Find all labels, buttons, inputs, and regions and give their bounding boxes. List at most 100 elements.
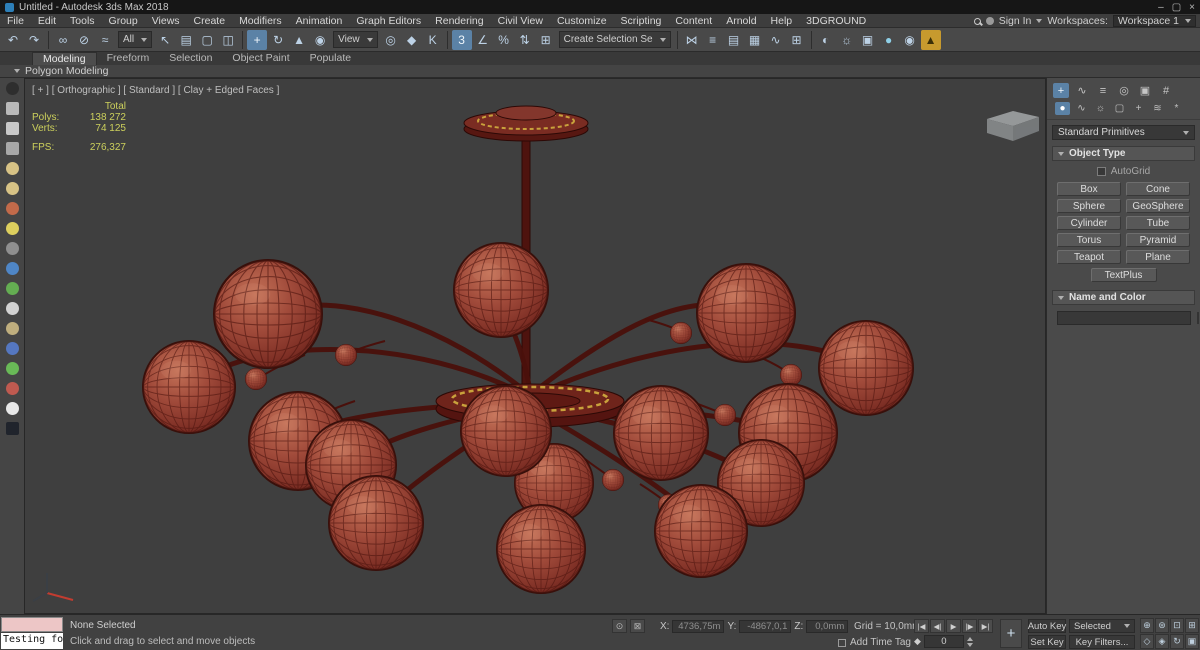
undo-icon[interactable]: ↶ bbox=[3, 30, 23, 50]
orbit-icon[interactable]: ↻ bbox=[1170, 634, 1184, 649]
custom-tool-icon[interactable] bbox=[5, 142, 19, 155]
object-type-button[interactable]: Plane bbox=[1126, 250, 1190, 264]
schematic-view-icon[interactable]: ⊞ bbox=[787, 30, 807, 50]
menu-modifiers[interactable]: Modifiers bbox=[232, 15, 289, 27]
viewport-canvas[interactable] bbox=[25, 79, 1045, 613]
object-type-button[interactable]: GeoSphere bbox=[1126, 199, 1190, 213]
hierarchy-tab-icon[interactable]: ≡ bbox=[1095, 83, 1111, 98]
menu-scripting[interactable]: Scripting bbox=[614, 15, 669, 27]
polygon-modeling-bar[interactable]: Polygon Modeling bbox=[0, 65, 1200, 78]
object-name-input[interactable] bbox=[1057, 311, 1191, 325]
sign-in-button[interactable]: Sign In bbox=[999, 15, 1032, 27]
viewport-label[interactable]: [ + ] [ Orthographic ] [ Standard ] [ Cl… bbox=[32, 85, 279, 96]
add-time-tag[interactable]: Add Time Tag bbox=[838, 637, 911, 648]
bind-to-space-warp-icon[interactable]: ≈ bbox=[95, 30, 115, 50]
close-button[interactable]: × bbox=[1189, 2, 1195, 13]
select-object-icon[interactable]: ↖ bbox=[155, 30, 175, 50]
object-type-button[interactable]: Sphere bbox=[1057, 199, 1121, 213]
percent-snap-icon[interactable]: % bbox=[494, 30, 514, 50]
spinner-snap-icon[interactable]: ⇅ bbox=[515, 30, 535, 50]
menu-3dground[interactable]: 3DGROUND bbox=[799, 15, 873, 27]
custom-tool-icon[interactable] bbox=[5, 262, 19, 275]
custom-tool-icon[interactable] bbox=[5, 102, 19, 115]
select-and-scale-icon[interactable]: ▲ bbox=[289, 30, 309, 50]
primitives-category-select[interactable]: Standard Primitives bbox=[1052, 125, 1195, 140]
viewport[interactable]: [ + ] [ Orthographic ] [ Standard ] [ Cl… bbox=[24, 78, 1046, 614]
menu-content[interactable]: Content bbox=[668, 15, 719, 27]
zoom-all-icon[interactable]: ⊛ bbox=[1155, 618, 1169, 633]
render-setup-icon[interactable]: ☼ bbox=[837, 30, 857, 50]
set-keys-button[interactable]: + bbox=[1000, 619, 1022, 648]
custom-tool-icon[interactable] bbox=[5, 202, 19, 215]
tab-populate[interactable]: Populate bbox=[300, 52, 361, 65]
edit-named-selection-sets-icon[interactable]: ⊞ bbox=[536, 30, 556, 50]
object-type-button[interactable]: Tube bbox=[1126, 216, 1190, 230]
selection-lock-toggle-icon[interactable]: ⊠ bbox=[630, 619, 645, 633]
lights-category-icon[interactable]: ☼ bbox=[1093, 102, 1108, 115]
select-and-move-icon[interactable]: + bbox=[247, 29, 268, 50]
maxscript-mini-listener-macro[interactable] bbox=[1, 617, 63, 632]
menu-help[interactable]: Help bbox=[764, 15, 800, 27]
key-mode-toggle-icon[interactable]: ◆ bbox=[914, 636, 921, 647]
menu-civil-view[interactable]: Civil View bbox=[491, 15, 550, 27]
custom-tool-icon[interactable] bbox=[5, 362, 19, 375]
auto-key-button[interactable]: Auto Key bbox=[1028, 619, 1066, 633]
x-coordinate-field[interactable]: 4736,75m bbox=[672, 620, 725, 633]
maximize-viewport-toggle-icon[interactable]: ▣ bbox=[1185, 634, 1199, 649]
rectangular-selection-region-icon[interactable]: ▢ bbox=[197, 30, 217, 50]
systems-category-icon[interactable]: * bbox=[1169, 102, 1184, 115]
maximize-button[interactable]: ▢ bbox=[1172, 2, 1181, 13]
rendered-frame-window-icon[interactable]: ▣ bbox=[858, 30, 878, 50]
create-tab-icon[interactable]: + bbox=[1053, 83, 1069, 98]
frame-spinner[interactable] bbox=[966, 636, 973, 647]
snaps-toggle-3d-icon[interactable]: 3 bbox=[451, 29, 472, 50]
set-key-button[interactable]: Set Key bbox=[1028, 635, 1066, 649]
render-production-icon[interactable]: ● bbox=[879, 30, 899, 50]
keyboard-shortcut-override-icon[interactable]: K bbox=[423, 30, 443, 50]
zoom-icon[interactable]: ⊕ bbox=[1140, 618, 1154, 633]
space-warps-category-icon[interactable]: ≋ bbox=[1150, 102, 1165, 115]
cameras-category-icon[interactable]: ▢ bbox=[1112, 102, 1127, 115]
motion-tab-icon[interactable]: ◎ bbox=[1116, 83, 1132, 98]
custom-tool-icon[interactable] bbox=[5, 222, 19, 235]
search-icon[interactable] bbox=[973, 17, 981, 25]
menu-customize[interactable]: Customize bbox=[550, 15, 614, 27]
unlink-selection-icon[interactable]: ⊘ bbox=[74, 30, 94, 50]
tab-modeling[interactable]: Modeling bbox=[32, 52, 97, 65]
custom-tool-icon[interactable] bbox=[5, 422, 19, 435]
zoom-extents-all-icon[interactable]: ⊞ bbox=[1185, 618, 1199, 633]
object-type-button[interactable]: Cone bbox=[1126, 182, 1190, 196]
spinner-up-icon[interactable] bbox=[966, 636, 973, 641]
ribbon-toggle-icon[interactable]: ▦ bbox=[745, 30, 765, 50]
minimize-button[interactable]: – bbox=[1158, 2, 1164, 13]
pan-icon[interactable]: ◈ bbox=[1155, 634, 1169, 649]
custom-tool-icon[interactable] bbox=[5, 342, 19, 355]
tab-selection[interactable]: Selection bbox=[159, 52, 222, 65]
curve-editor-icon[interactable]: ∿ bbox=[766, 30, 786, 50]
play-button[interactable]: ▶ bbox=[946, 619, 961, 633]
object-type-button[interactable]: Torus bbox=[1057, 233, 1121, 247]
menu-file[interactable]: File bbox=[0, 15, 31, 27]
object-type-button-textplus[interactable]: TextPlus bbox=[1090, 268, 1157, 282]
menu-graph-editors[interactable]: Graph Editors bbox=[349, 15, 428, 27]
isolate-selection-icon[interactable]: ⊙ bbox=[612, 619, 627, 633]
object-type-button[interactable]: Pyramid bbox=[1126, 233, 1190, 247]
custom-tool-icon[interactable] bbox=[5, 122, 19, 135]
previous-frame-button[interactable]: ◀| bbox=[930, 619, 945, 633]
select-and-link-icon[interactable]: ∞ bbox=[53, 30, 73, 50]
maxscript-mini-listener[interactable]: Testing for i bbox=[1, 633, 63, 649]
helpers-category-icon[interactable]: + bbox=[1131, 102, 1146, 115]
custom-tool-icon[interactable] bbox=[5, 322, 19, 335]
custom-tool-icon[interactable] bbox=[5, 302, 19, 315]
align-icon[interactable]: ≡ bbox=[703, 30, 723, 50]
layer-explorer-icon[interactable]: ▤ bbox=[724, 30, 744, 50]
go-to-start-button[interactable]: |◀ bbox=[914, 619, 929, 633]
key-filters-button[interactable]: Key Filters... bbox=[1069, 635, 1135, 649]
y-coordinate-field[interactable]: -4867,0,1 bbox=[739, 620, 792, 633]
use-pivot-point-center-icon[interactable]: ◎ bbox=[381, 30, 401, 50]
reference-coordinate-select[interactable]: View bbox=[333, 31, 378, 48]
custom-tool-icon[interactable] bbox=[5, 282, 19, 295]
next-frame-button[interactable]: |▶ bbox=[962, 619, 977, 633]
object-type-button[interactable]: Teapot bbox=[1057, 250, 1121, 264]
menu-arnold[interactable]: Arnold bbox=[719, 15, 763, 27]
